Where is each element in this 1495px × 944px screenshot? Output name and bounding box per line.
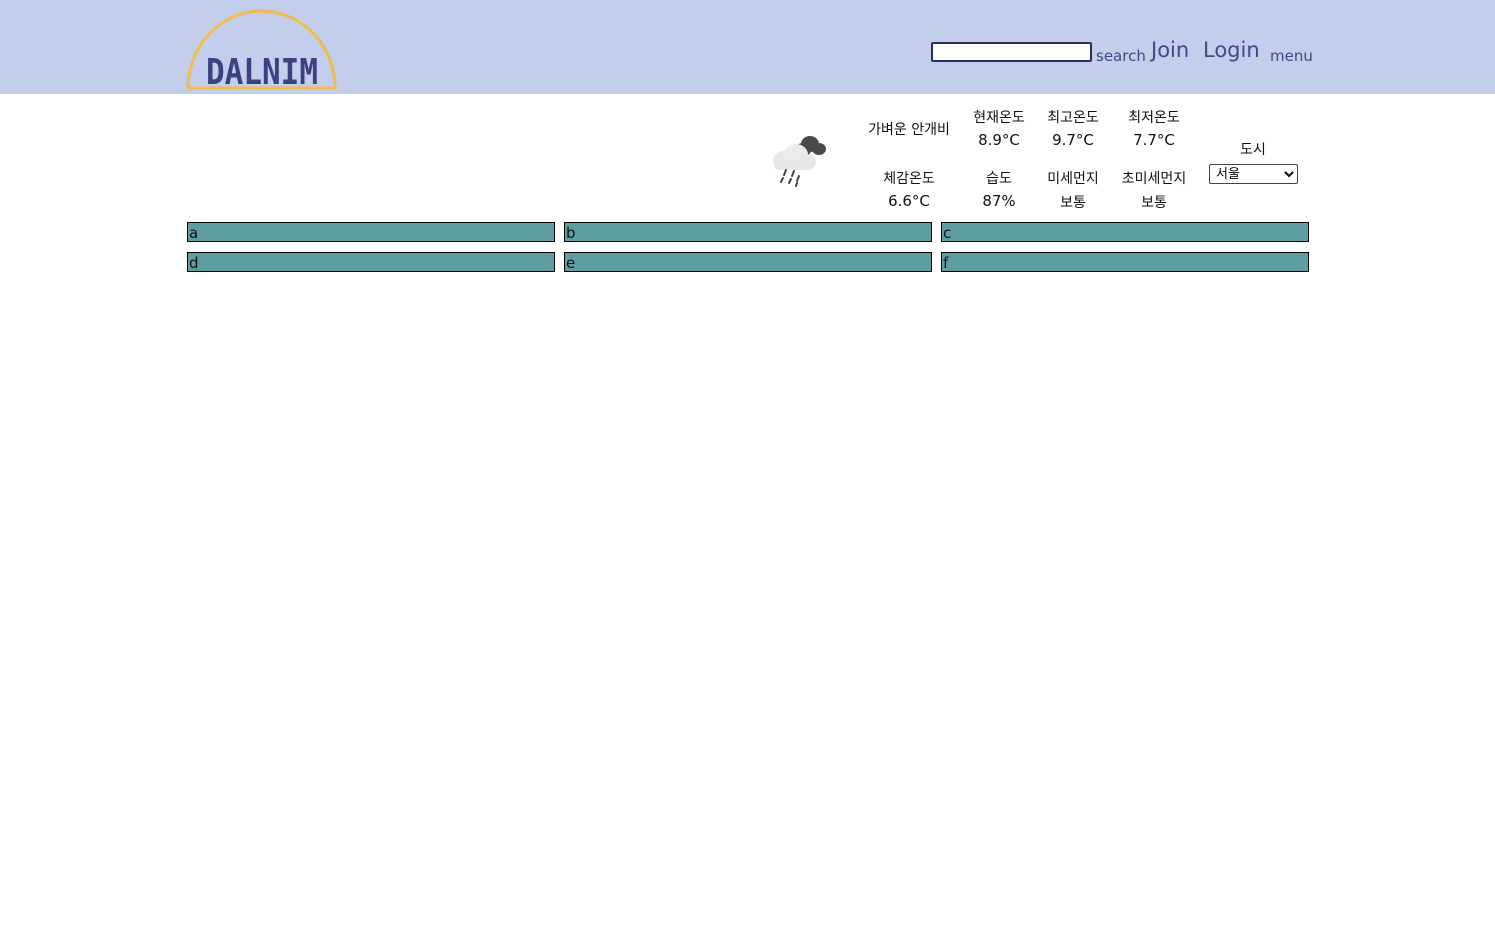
join-link[interactable]: Join (1151, 38, 1189, 62)
current-temp-label: 현재온도 (973, 110, 1025, 126)
min-temp-label: 최저온도 (1128, 110, 1180, 126)
city-label: 도시 (1240, 142, 1266, 158)
feels-like-value: 6.6°C (888, 192, 930, 210)
search-link[interactable]: search (1096, 47, 1146, 65)
ultrafine-dust-value: 보통 (1141, 195, 1167, 211)
fine-dust-value: 보통 (1060, 195, 1086, 211)
city-select[interactable]: 서울 (1209, 164, 1298, 184)
search-input[interactable] (931, 42, 1092, 62)
current-temp-value: 8.9°C (978, 131, 1020, 149)
menu-link[interactable]: menu (1270, 47, 1313, 65)
min-temp-value: 7.7°C (1133, 131, 1175, 149)
tile-a[interactable]: a (187, 222, 555, 242)
tile-f[interactable]: f (941, 252, 1309, 272)
tile-e[interactable]: e (564, 252, 932, 272)
max-temp-label: 최고온도 (1047, 110, 1099, 126)
header-bar: DALNIM search Join Login menu (0, 0, 1495, 94)
tile-b[interactable]: b (564, 222, 932, 242)
fine-dust-label: 미세먼지 (1047, 171, 1099, 187)
weather-condition: 가벼운 안개비 (868, 122, 950, 138)
max-temp-value: 9.7°C (1052, 131, 1094, 149)
humidity-label: 습도 (986, 171, 1012, 187)
ultrafine-dust-label: 초미세먼지 (1121, 171, 1187, 187)
feels-like-label: 체감온도 (883, 171, 935, 187)
dalnim-logo[interactable]: DALNIM (186, 9, 337, 90)
svg-text:DALNIM: DALNIM (206, 52, 318, 90)
login-link[interactable]: Login (1203, 38, 1260, 62)
cloud-rain-icon (766, 130, 830, 190)
humidity-value: 87% (982, 192, 1016, 210)
tile-d[interactable]: d (187, 252, 555, 272)
tile-c[interactable]: c (941, 222, 1309, 242)
